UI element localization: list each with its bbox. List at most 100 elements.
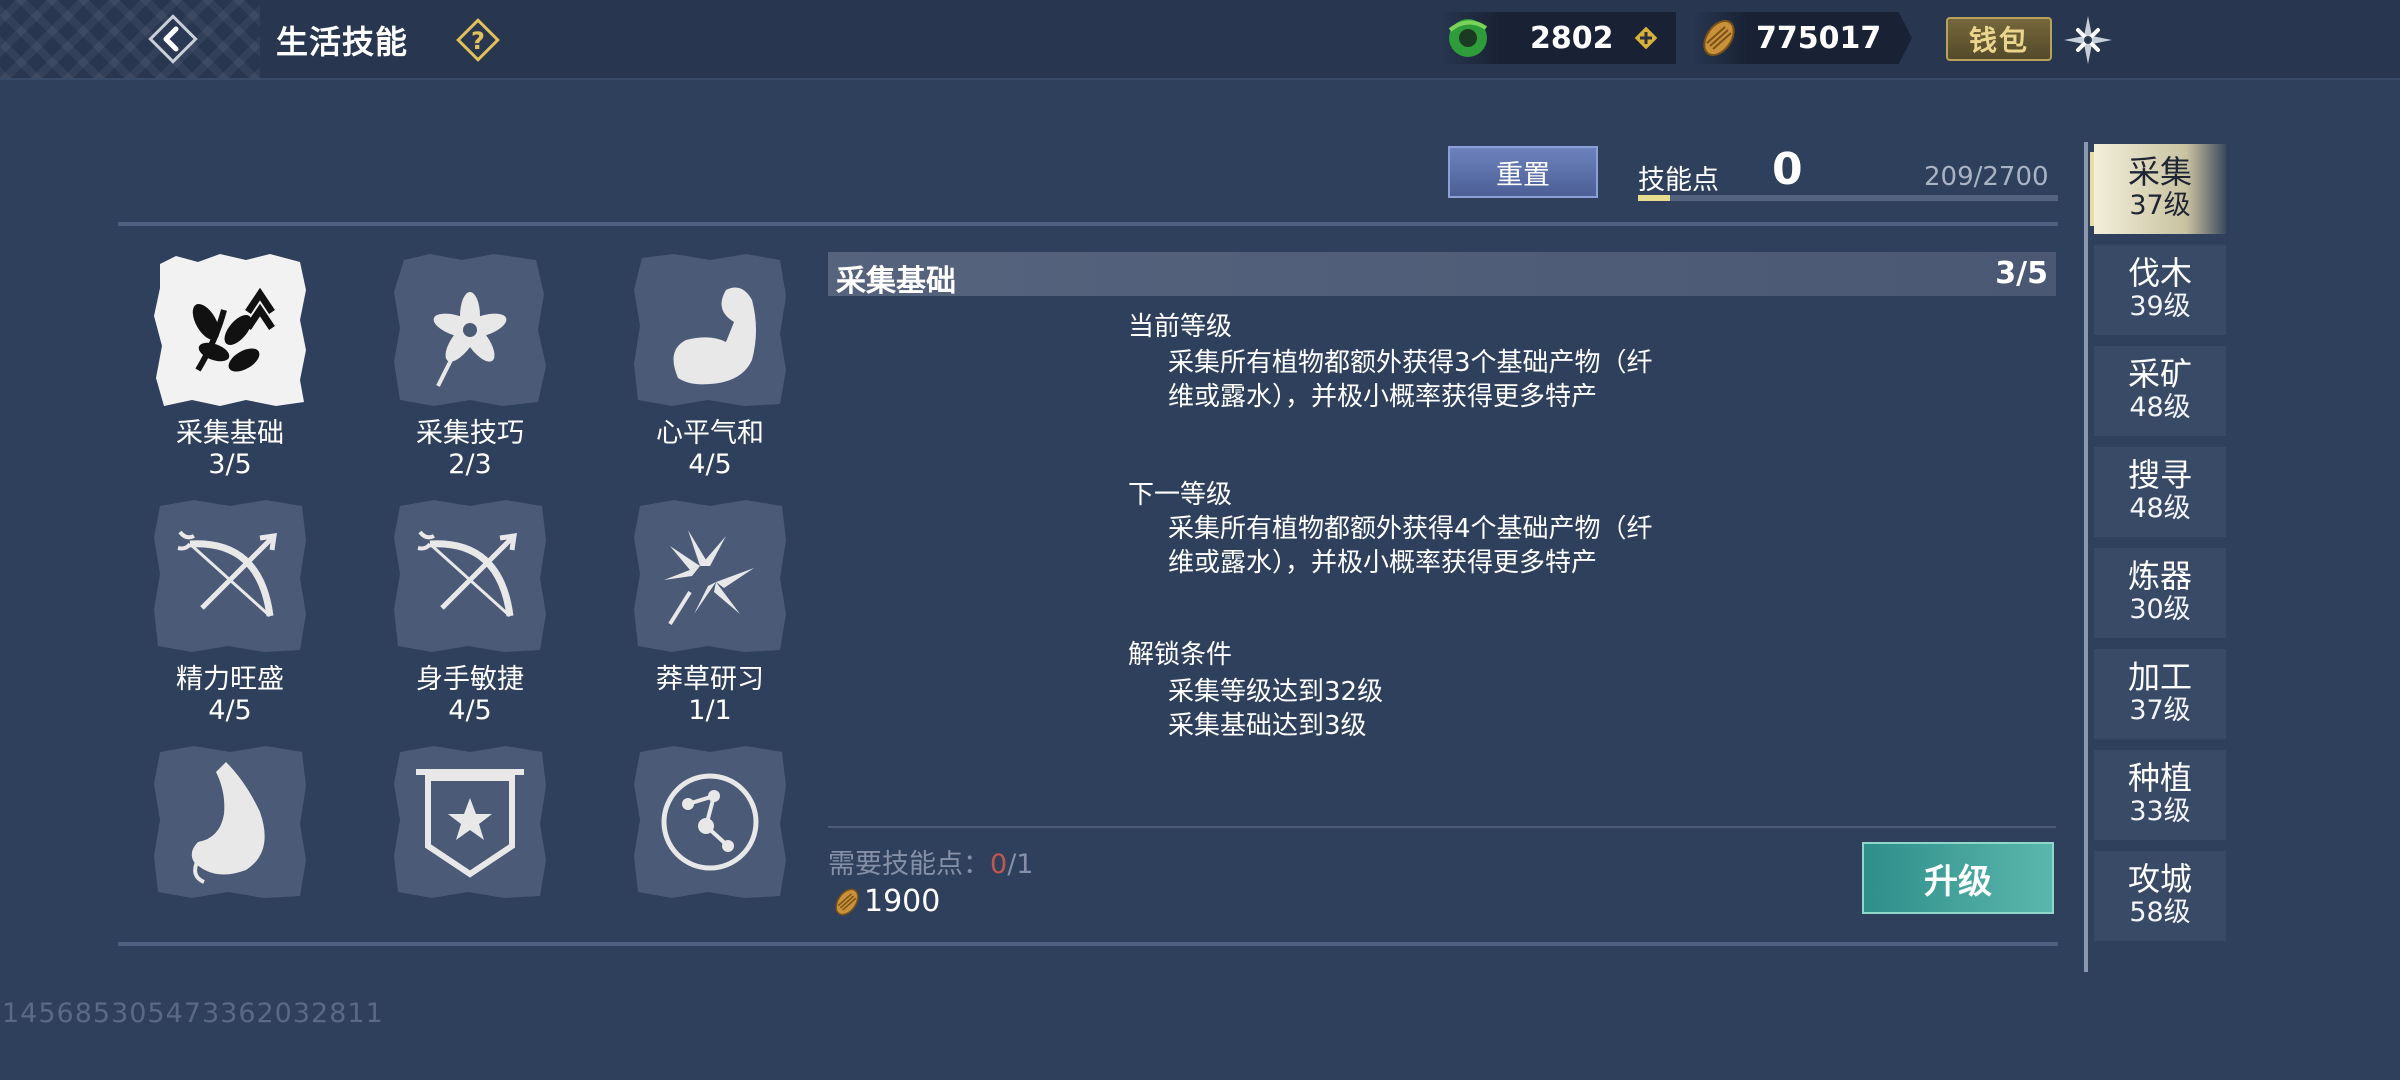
tab-level: 37级: [2129, 695, 2191, 726]
skill-item-stomach[interactable]: [130, 742, 330, 910]
skill-item-agility[interactable]: 身手敏捷 4/5: [370, 496, 570, 726]
next-level-title: 下一等级: [1128, 480, 1233, 510]
tab-refining[interactable]: 炼器 30级: [2094, 548, 2226, 638]
skill-grid[interactable]: 采集基础 3/5 采集技巧 2/3 心平气和 4/5 精力旺盛 4/5 身手敏捷…: [118, 228, 812, 926]
muscle-arm-icon: [634, 254, 786, 406]
constellation-icon: [634, 746, 786, 898]
user-id: 14568530547336203281​1: [2, 998, 384, 1029]
reset-button[interactable]: 重置: [1448, 146, 1598, 198]
desc-line: 采集所有植物都额外获得4个基础产物（纤: [1168, 514, 1653, 544]
required-points-label: 需要技能点：: [828, 849, 990, 880]
tab-level: 30级: [2129, 594, 2191, 625]
tab-name: 搜寻: [2127, 456, 2192, 494]
tab-name: 炼器: [2127, 557, 2192, 595]
jade-icon: [1448, 19, 1488, 57]
close-icon: [2064, 16, 2112, 64]
skill-name: 身手敏捷: [416, 664, 524, 695]
corner-pattern: [0, 0, 260, 78]
tab-level: 33级: [2129, 796, 2191, 827]
skill-item-herb-study[interactable]: 莽草研习 1/1: [610, 496, 810, 726]
svg-text:?: ?: [471, 27, 485, 55]
jade-currency: 2802: [1440, 12, 1676, 64]
detail-header: 采集基础 3/5: [828, 252, 2056, 299]
skill-item-banner[interactable]: [370, 742, 570, 910]
tab-level: 48级: [2129, 493, 2191, 524]
wallet-button[interactable]: 钱包: [1946, 17, 2052, 61]
tab-siege[interactable]: 攻城 58级: [2094, 851, 2226, 941]
skill-level: 4/5: [448, 695, 492, 726]
tab-planting[interactable]: 种植 33级: [2094, 750, 2226, 840]
skill-name: 莽草研习: [656, 664, 764, 695]
tab-name: 加工: [2127, 658, 2192, 696]
close-button[interactable]: [2060, 12, 2116, 68]
skill-level: 3/5: [208, 449, 252, 480]
current-level-title: 当前等级: [1128, 312, 1233, 342]
detail-skill-level: 3/5: [1995, 256, 2048, 291]
jade-amount: 2802: [1530, 20, 1614, 56]
tab-searching[interactable]: 搜寻 48级: [2094, 447, 2226, 537]
skill-item-vigor[interactable]: 精力旺盛 4/5: [130, 496, 330, 726]
tab-level: 37级: [2129, 190, 2191, 221]
page-title: 生活技能: [276, 23, 409, 61]
question-icon: ?: [456, 18, 500, 62]
stomach-icon: [154, 746, 306, 898]
top-bar: 生活技能 ? 2802 775017 钱包: [0, 0, 2400, 80]
skill-item-gather-technique[interactable]: 采集技巧 2/3: [370, 250, 570, 480]
required-points: 需要技能点：0/1: [828, 842, 1033, 881]
skill-exp-bar: [1638, 195, 2058, 201]
upgrade-button[interactable]: 升级: [1862, 842, 2054, 914]
desc-line: 维或露水），并极小概率获得更多特产: [1168, 382, 1598, 412]
current-level-desc: 采集所有植物都额外获得3个基础产物（纤 维或露水），并极小概率获得更多特产: [1168, 346, 1728, 414]
tab-level: 39级: [2129, 291, 2191, 322]
back-arrow-icon: [148, 14, 198, 64]
coin-icon: [835, 888, 859, 915]
cost-divider: [828, 826, 2056, 828]
unlock-condition: 采集等级达到32级: [1168, 677, 1384, 707]
tab-name: 采集: [2127, 153, 2192, 191]
skill-level: 4/5: [688, 449, 732, 480]
panel-bottom-border: [118, 942, 2058, 946]
help-button[interactable]: ?: [456, 18, 500, 62]
coin-currency: 775017: [1692, 12, 1912, 64]
tab-logging[interactable]: 伐木 39级: [2094, 245, 2226, 335]
skill-name: 采集基础: [176, 418, 284, 449]
skill-level: 4/5: [208, 695, 252, 726]
required-points-total: /1: [1007, 849, 1034, 880]
detail-skill-name: 采集基础: [836, 264, 956, 299]
next-level-desc: 采集所有植物都额外获得4个基础产物（纤 维或露水），并极小概率获得更多特产: [1168, 512, 1728, 580]
unlock-title: 解锁条件: [1128, 640, 1233, 670]
skill-item-constellation[interactable]: [610, 742, 810, 910]
bow-icon: [394, 500, 546, 652]
coin-amount: 775017: [1756, 20, 1882, 56]
gather-basic-icon: [154, 254, 306, 406]
required-points-current: 0: [990, 849, 1008, 880]
skill-item-calm-mind[interactable]: 心平气和 4/5: [610, 250, 810, 480]
tab-level: 58级: [2129, 897, 2191, 928]
tab-divider: [2084, 142, 2088, 972]
tab-name: 种植: [2127, 759, 2192, 797]
star-banner-icon: [394, 746, 546, 898]
tab-mining[interactable]: 采矿 48级: [2094, 346, 2226, 436]
desc-line: 维或露水），并极小概率获得更多特产: [1168, 548, 1598, 578]
back-button[interactable]: [148, 14, 198, 64]
coin-icon: [1703, 19, 1735, 57]
coin-cost-amount: 1900: [864, 884, 941, 919]
skill-item-gather-basic[interactable]: 采集基础 3/5: [130, 250, 330, 480]
skill-level: 1/1: [688, 695, 732, 726]
desc-line: 采集所有植物都额外获得3个基础产物（纤: [1168, 348, 1653, 378]
unlock-condition: 采集基础达到3级: [1168, 711, 1367, 741]
unlock-conditions: 采集等级达到32级 采集基础达到3级: [1168, 675, 1728, 743]
skill-level: 2/3: [448, 449, 492, 480]
add-jade-button[interactable]: [1632, 24, 1660, 52]
skill-name: 采集技巧: [416, 418, 524, 449]
tab-processing[interactable]: 加工 37级: [2094, 649, 2226, 739]
tab-name: 采矿: [2127, 355, 2192, 393]
panel-top-border: [118, 222, 2058, 226]
tab-gathering[interactable]: 采集 37级: [2090, 144, 2226, 234]
bow-icon: [154, 500, 306, 652]
skill-name: 精力旺盛: [176, 664, 284, 695]
skill-points-label: 技能点: [1638, 165, 1719, 196]
herb-icon: [634, 500, 786, 652]
tab-name: 攻城: [2127, 860, 2192, 898]
plus-icon: [1634, 26, 1657, 50]
